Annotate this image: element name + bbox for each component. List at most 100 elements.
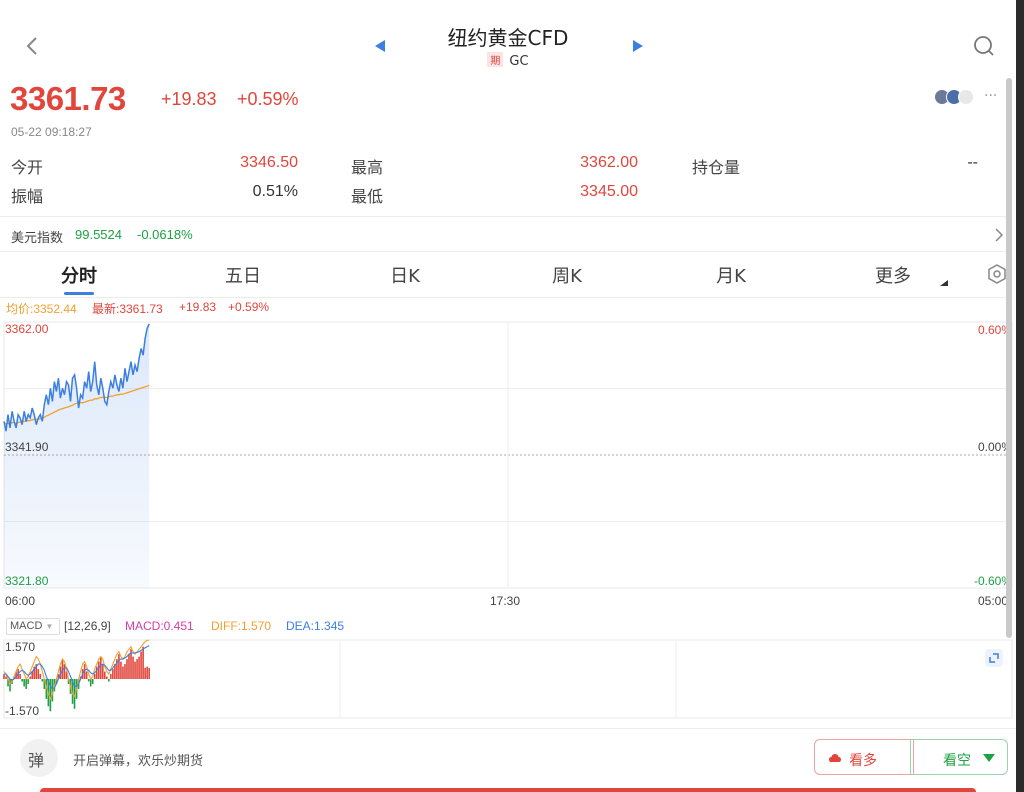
macd-bar xyxy=(126,659,128,679)
pct-tick-bottom: -0.60% xyxy=(973,574,1012,588)
macd-bar xyxy=(104,671,106,679)
price-change-pct: +0.59% xyxy=(237,89,299,109)
macd-bar xyxy=(140,651,142,679)
nav-header: 纽约黄金CFD 期 GC xyxy=(0,0,1016,74)
low-value: 3345.00 xyxy=(580,183,638,200)
macd-bar xyxy=(95,666,98,679)
macd-bar xyxy=(27,679,29,684)
macd-bar xyxy=(128,654,130,679)
latest-price-legend: 最新:3361.73 xyxy=(92,302,163,316)
usd-index-row[interactable]: 美元指数 99.5524 -0.0618% xyxy=(0,220,1006,250)
follower-avatars[interactable] xyxy=(934,89,980,107)
legend-change: +19.83 xyxy=(179,300,217,314)
pct-tick-top: 0.60% xyxy=(977,323,1012,337)
tab-monthly-k[interactable]: 月K xyxy=(706,262,756,288)
macd-bar xyxy=(89,679,92,687)
indicator-selector[interactable]: MACD ▼ xyxy=(6,618,60,635)
cloud-up-icon xyxy=(829,754,841,762)
red-bar xyxy=(40,788,976,792)
divider xyxy=(0,297,1006,298)
high-label: 最高 xyxy=(351,158,384,177)
macd-bar xyxy=(120,661,122,679)
macd-bar xyxy=(91,679,94,684)
open-interest-value: -- xyxy=(967,154,978,171)
tab-five-day[interactable]: 五日 xyxy=(218,262,268,288)
macd-bar xyxy=(3,674,5,679)
more-icon[interactable]: ··· xyxy=(984,88,997,104)
caret-icon xyxy=(940,280,948,286)
macd-bar xyxy=(112,669,114,679)
macd-bar xyxy=(37,669,40,679)
macd-bar xyxy=(101,664,104,679)
macd-bar xyxy=(97,661,100,679)
macd-bar xyxy=(87,679,90,682)
macd-frame xyxy=(3,639,1013,719)
macd-bar xyxy=(21,679,23,682)
avg-price-legend: 均价:3352.44 xyxy=(6,302,77,316)
x-tick-end: 05:00 xyxy=(978,594,1009,608)
search-icon[interactable] xyxy=(972,34,996,58)
macd-bar xyxy=(9,679,11,692)
danmu-prompt[interactable]: 开启弹幕，欢乐炒期货 xyxy=(73,750,203,769)
settings-icon[interactable] xyxy=(986,263,1008,285)
app-window: 纽约黄金CFD 期 GC 3361.73 +19.83 +0.59% 05-22 … xyxy=(0,0,1016,792)
page-title: 纽约黄金CFD xyxy=(447,26,569,50)
macd-bar xyxy=(146,666,148,679)
scrollbar[interactable] xyxy=(1006,78,1012,638)
bearish-button[interactable]: 看空 xyxy=(910,739,1008,775)
macd-bar xyxy=(25,679,27,689)
price-area xyxy=(4,323,150,588)
x-tick-start: 06:00 xyxy=(5,594,36,608)
macd-bar xyxy=(41,679,44,682)
macd-bar xyxy=(19,674,21,679)
bullish-button[interactable]: 看多 xyxy=(814,739,914,775)
macd-bar xyxy=(63,664,66,679)
usd-index-change: -0.0618% xyxy=(137,227,193,242)
macd-bar xyxy=(118,654,120,679)
macd-bar xyxy=(136,659,138,679)
danmu-icon-glyph: 弹 xyxy=(28,751,45,770)
back-icon[interactable] xyxy=(24,34,40,58)
next-instrument-icon[interactable] xyxy=(632,39,644,53)
futures-badge: 期 xyxy=(487,52,504,67)
macd-bar xyxy=(29,676,32,679)
tab-daily-k[interactable]: 日K xyxy=(380,262,430,288)
amplitude-label: 振幅 xyxy=(11,187,44,206)
macd-bar xyxy=(99,656,102,679)
avatar xyxy=(958,89,974,105)
macd-bar xyxy=(138,656,140,679)
code-text: GC xyxy=(509,54,529,69)
low-label: 最低 xyxy=(351,187,384,206)
macd-value: MACD:0.451 xyxy=(125,619,194,633)
macd-bar xyxy=(106,676,108,679)
window-edge xyxy=(1016,0,1024,792)
macd-bar xyxy=(39,674,42,679)
tab-more[interactable]: 更多 xyxy=(868,262,918,288)
expand-icon[interactable] xyxy=(984,648,1004,668)
open-interest-label: 持仓量 xyxy=(692,158,741,177)
danmu-toggle-icon[interactable]: 弹 xyxy=(20,739,58,777)
bearish-label: 看空 xyxy=(943,753,971,769)
macd-params: [12,26,9] xyxy=(64,619,111,633)
x-tick-mid: 17:30 xyxy=(490,594,521,608)
divider xyxy=(0,216,1006,217)
macd-bar xyxy=(110,674,112,679)
macd-bar xyxy=(148,667,150,679)
macd-chart[interactable] xyxy=(0,638,1016,720)
tab-intraday[interactable]: 分时 xyxy=(54,262,104,288)
intraday-chart[interactable] xyxy=(0,318,1016,590)
usd-index-value: 99.5524 xyxy=(75,227,122,242)
macd-bar xyxy=(124,664,126,679)
macd-bar xyxy=(132,656,134,679)
legend-change-pct: +0.59% xyxy=(228,300,270,314)
y-tick-bottom: 3321.80 xyxy=(5,574,49,588)
last-price: 3361.73 xyxy=(10,80,126,117)
macd-bar xyxy=(93,674,96,679)
macd-bar xyxy=(23,679,25,687)
tab-weekly-k[interactable]: 周K xyxy=(542,262,592,288)
usd-index-label: 美元指数 xyxy=(11,231,64,246)
macd-y-top: 1.570 xyxy=(5,640,36,654)
pct-tick-mid: 0.00% xyxy=(977,440,1012,454)
macd-bar xyxy=(122,666,124,679)
caret-down-icon: ▼ xyxy=(45,622,54,631)
